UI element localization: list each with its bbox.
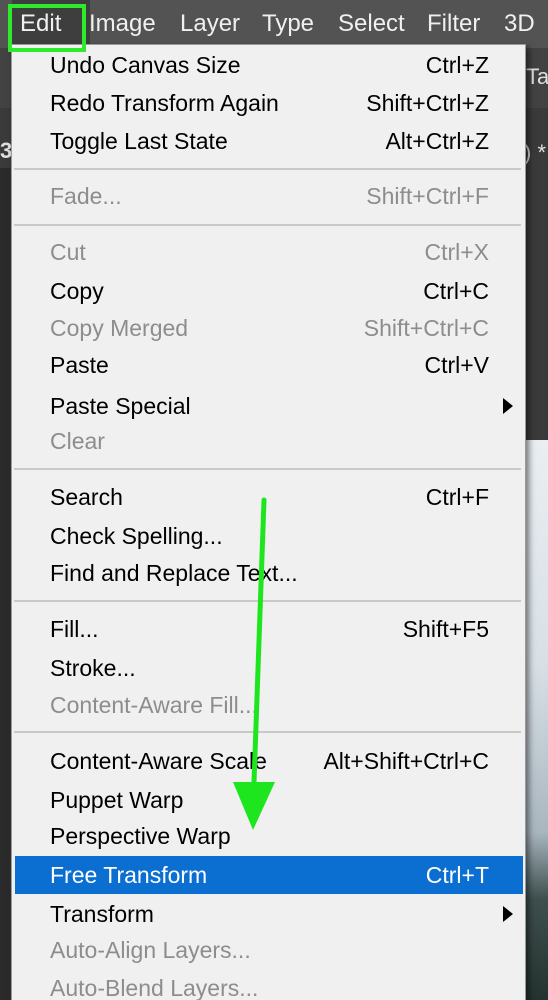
menu-separator xyxy=(14,600,521,602)
menu-item-label: Check Spelling... xyxy=(50,523,223,549)
menu-item-label: Perspective Warp xyxy=(50,823,231,849)
submenu-arrow-icon xyxy=(503,906,513,922)
menu-item-check-spelling[interactable]: Check Spelling... xyxy=(12,517,523,555)
menu-item-shortcut: Shift+F5 xyxy=(402,616,489,642)
menu-item-shortcut: Ctrl+F xyxy=(425,484,489,510)
menu-item-shortcut: Ctrl+V xyxy=(424,352,489,378)
menu-item-label: Stroke... xyxy=(50,655,136,681)
menu-item-label: Copy xyxy=(50,278,104,304)
menu-item-clear[interactable]: Clear xyxy=(12,422,523,460)
menu-item-label: Fade... xyxy=(50,183,122,209)
menu-item-transform[interactable]: Transform xyxy=(12,895,523,933)
menu-separator xyxy=(14,224,521,226)
submenu-arrow-icon xyxy=(503,398,513,414)
menu-item-shortcut: Alt+Ctrl+Z xyxy=(385,128,489,154)
menu-item-shortcut: Shift+Ctrl+Z xyxy=(366,90,489,116)
menu-item-toggle-last-state[interactable]: Toggle Last State Alt+Ctrl+Z xyxy=(12,122,523,160)
menu-3d[interactable]: 3D xyxy=(504,0,535,48)
menu-item-shortcut: Alt+Shift+Ctrl+C xyxy=(323,748,489,774)
menu-item-shortcut: Ctrl+X xyxy=(424,239,489,265)
tab-edge-right: ) * xyxy=(524,140,546,165)
menu-item-undo[interactable]: Undo Canvas Size Ctrl+Z xyxy=(12,46,523,84)
menu-separator xyxy=(14,731,521,733)
menu-item-shortcut: Shift+Ctrl+F xyxy=(366,183,489,209)
menu-filter[interactable]: Filter xyxy=(427,0,480,48)
menu-item-label: Free Transform xyxy=(50,862,208,888)
toolbox-edge xyxy=(0,168,10,1000)
menu-item-label: Content-Aware Fill... xyxy=(50,692,258,718)
menu-image[interactable]: Image xyxy=(89,0,156,48)
menu-item-shortcut: Ctrl+T xyxy=(425,862,489,888)
menu-item-label: Puppet Warp xyxy=(50,787,184,813)
menu-item-paste-special[interactable]: Paste Special xyxy=(12,387,523,425)
menu-item-label: Copy Merged xyxy=(50,315,189,341)
menu-item-cut[interactable]: Cut Ctrl+X xyxy=(12,233,523,271)
menu-item-shortcut: Ctrl+Z xyxy=(425,52,489,78)
menu-item-fill[interactable]: Fill... Shift+F5 xyxy=(12,610,523,648)
menu-item-label: Paste xyxy=(50,352,109,378)
menu-item-label: Redo Transform Again xyxy=(50,90,279,116)
menu-item-label: Search xyxy=(50,484,123,510)
menu-item-label: Auto-Blend Layers... xyxy=(50,975,259,1000)
edit-highlight-box xyxy=(8,4,86,52)
menu-item-copy-merged[interactable]: Copy Merged Shift+Ctrl+C xyxy=(12,309,523,347)
menu-item-label: Clear xyxy=(50,428,105,454)
menu-type[interactable]: Type xyxy=(262,0,314,48)
edit-menu-dropdown: Undo Canvas Size Ctrl+Z Redo Transform A… xyxy=(11,44,526,1000)
menu-item-shortcut: Ctrl+C xyxy=(423,278,489,304)
menu-item-content-aware-fill[interactable]: Content-Aware Fill... xyxy=(12,686,523,724)
menu-item-search[interactable]: Search Ctrl+F xyxy=(12,478,523,516)
menu-item-label: Transform xyxy=(50,901,154,927)
menu-separator xyxy=(14,468,521,470)
menu-item-label: Fill... xyxy=(50,616,99,642)
menu-separator xyxy=(14,168,521,170)
menu-item-auto-blend-layers[interactable]: Auto-Blend Layers... xyxy=(12,969,523,1000)
menu-item-auto-align-layers[interactable]: Auto-Align Layers... xyxy=(12,931,523,969)
menu-item-paste[interactable]: Paste Ctrl+V xyxy=(12,346,523,384)
menu-item-copy[interactable]: Copy Ctrl+C xyxy=(12,272,523,310)
menu-item-free-transform[interactable]: Free Transform Ctrl+T xyxy=(15,856,523,894)
menu-item-label: Content-Aware Scale xyxy=(50,748,267,774)
menu-item-perspective-warp[interactable]: Perspective Warp xyxy=(12,817,523,855)
menu-item-fade[interactable]: Fade... Shift+Ctrl+F xyxy=(12,177,523,215)
menu-item-redo[interactable]: Redo Transform Again Shift+Ctrl+Z xyxy=(12,84,523,122)
menu-item-content-aware-scale[interactable]: Content-Aware Scale Alt+Shift+Ctrl+C xyxy=(12,742,523,780)
menu-item-find-replace[interactable]: Find and Replace Text... xyxy=(12,554,523,592)
toolbar-edge-text: Ta xyxy=(526,64,548,89)
menu-item-label: Paste Special xyxy=(50,393,191,419)
menu-item-label: Find and Replace Text... xyxy=(50,560,298,586)
menu-item-puppet-warp[interactable]: Puppet Warp xyxy=(12,781,523,819)
menu-item-label: Cut xyxy=(50,239,86,265)
menu-item-label: Toggle Last State xyxy=(50,128,228,154)
menu-item-stroke[interactable]: Stroke... xyxy=(12,649,523,687)
photoshop-window: Ta 3 ) * Edit Image Layer Type Select Fi… xyxy=(0,0,548,1000)
menu-item-label: Auto-Align Layers... xyxy=(50,937,251,963)
menu-layer[interactable]: Layer xyxy=(180,0,240,48)
menu-select[interactable]: Select xyxy=(338,0,405,48)
menu-item-shortcut: Shift+Ctrl+C xyxy=(363,315,489,341)
